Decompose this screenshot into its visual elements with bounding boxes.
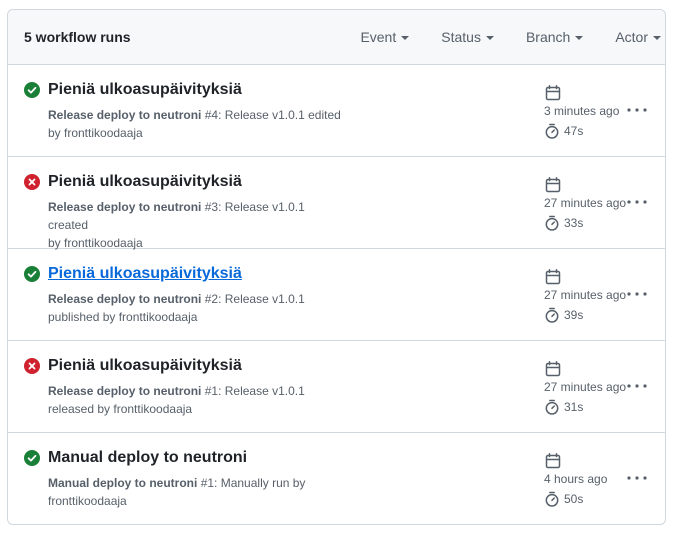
run-number: #4 xyxy=(204,108,219,122)
run-workflow-name: Release deploy to neutroni xyxy=(48,200,202,214)
run-meta: Release deploy to neutroni #3: Release v… xyxy=(48,198,348,252)
workflow-run-row: Manual deploy to neutroni Manual deploy … xyxy=(8,433,665,524)
run-duration-text: 33s xyxy=(564,216,584,230)
caret-down-icon xyxy=(485,35,494,40)
run-actor-text: fronttikoodaaja xyxy=(48,494,127,508)
status-filter-label: Status xyxy=(441,29,481,45)
kebab-horizontal-icon[interactable] xyxy=(625,102,649,118)
run-duration-text: 47s xyxy=(564,124,584,138)
run-actor-text: published by fronttikoodaaja xyxy=(48,310,198,324)
run-workflow-name: Release deploy to neutroni xyxy=(48,384,202,398)
workflow-runs-box: 5 workflow runs Event Status Branch Acto… xyxy=(7,9,666,525)
kebab-horizontal-icon[interactable] xyxy=(625,378,649,394)
run-duration-text: 39s xyxy=(564,308,584,322)
run-workflow-name: Release deploy to neutroni xyxy=(48,292,202,306)
caret-down-icon xyxy=(653,35,661,40)
run-number: #2 xyxy=(204,292,219,306)
workflow-run-row: Pieniä ulkoasupäivityksiä Release deploy… xyxy=(8,341,665,433)
run-number: #1 xyxy=(204,384,219,398)
calendar-icon xyxy=(545,361,561,377)
check-circle-fill-icon xyxy=(24,450,40,466)
run-duration: 39s xyxy=(544,307,626,323)
workflow-run-row: Pieniä ulkoasupäivityksiä Release deploy… xyxy=(8,157,665,252)
run-time-ago: 27 minutes ago xyxy=(544,288,627,302)
run-actor-text: by fronttikoodaaja xyxy=(48,126,143,140)
runs-header: 5 workflow runs Event Status Branch Acto… xyxy=(8,10,665,65)
run-timing: 27 minutes ago 39s xyxy=(544,269,626,323)
run-event-text: : Release v1.0.1 edited xyxy=(218,108,341,122)
run-timing: 27 minutes ago 33s xyxy=(544,177,626,231)
stopwatch-icon xyxy=(545,123,559,139)
run-duration: 50s xyxy=(544,491,607,507)
event-filter-label: Event xyxy=(360,29,397,45)
run-duration: 31s xyxy=(544,399,626,415)
workflow-run-row: Pieniä ulkoasupäivityksiä Release deploy… xyxy=(8,65,665,157)
calendar-icon xyxy=(545,453,561,469)
run-timing: 3 minutes ago 47s xyxy=(544,85,619,139)
run-duration-text: 31s xyxy=(564,400,584,414)
branch-filter-dropdown[interactable]: Branch xyxy=(525,29,584,45)
run-time-ago: 3 minutes ago xyxy=(544,104,620,118)
kebab-horizontal-icon[interactable] xyxy=(625,286,649,302)
run-meta: Release deploy to neutroni #2: Release v… xyxy=(48,290,348,326)
run-title-link[interactable]: Pieniä ulkoasupäivityksiä xyxy=(48,357,242,375)
run-duration: 47s xyxy=(544,123,619,139)
stopwatch-icon xyxy=(545,399,559,415)
status-filter-dropdown[interactable]: Status xyxy=(441,29,494,45)
calendar-icon xyxy=(545,177,561,193)
actor-filter-label: Actor xyxy=(615,29,648,45)
run-actor-text: released by fronttikoodaaja xyxy=(48,402,193,416)
run-timing: 4 hours ago 50s xyxy=(544,453,607,507)
run-duration: 33s xyxy=(544,215,626,231)
check-circle-fill-icon xyxy=(24,82,40,98)
run-title-link[interactable]: Pieniä ulkoasupäivityksiä xyxy=(48,173,242,191)
run-event-text: : Manually run by xyxy=(214,476,306,490)
run-timing: 27 minutes ago 31s xyxy=(544,361,626,415)
run-time-ago: 4 hours ago xyxy=(544,472,608,486)
x-circle-fill-icon xyxy=(24,174,40,190)
check-circle-fill-icon xyxy=(24,266,40,282)
run-meta: Manual deploy to neutroni #1: Manually r… xyxy=(48,474,348,510)
event-filter-dropdown[interactable]: Event xyxy=(360,29,410,45)
x-circle-fill-icon xyxy=(24,358,40,374)
run-meta: Release deploy to neutroni #1: Release v… xyxy=(48,382,348,418)
run-workflow-name: Manual deploy to neutroni xyxy=(48,476,198,490)
calendar-icon xyxy=(545,269,561,285)
run-duration-text: 50s xyxy=(564,492,584,506)
caret-down-icon xyxy=(575,35,584,40)
filter-bar: Event Status Branch Actor xyxy=(360,29,661,45)
run-actor-text: by fronttikoodaaja xyxy=(48,236,143,250)
stopwatch-icon xyxy=(545,307,559,323)
run-event-text: : Release v1.0.1 xyxy=(218,384,305,398)
run-workflow-name: Release deploy to neutroni xyxy=(48,108,202,122)
run-time-ago: 27 minutes ago xyxy=(544,380,627,394)
stopwatch-icon xyxy=(545,215,559,231)
branch-filter-label: Branch xyxy=(525,29,571,45)
run-meta: Release deploy to neutroni #4: Release v… xyxy=(48,106,348,142)
actor-filter-dropdown[interactable]: Actor xyxy=(615,29,661,45)
stopwatch-icon xyxy=(545,491,559,507)
run-title-link[interactable]: Pieniä ulkoasupäivityksiä xyxy=(48,81,242,99)
calendar-icon xyxy=(545,85,561,101)
kebab-horizontal-icon[interactable] xyxy=(625,470,649,486)
run-title-link[interactable]: Pieniä ulkoasupäivityksiä xyxy=(48,265,242,283)
workflow-run-row: Pieniä ulkoasupäivityksiä Release deploy… xyxy=(8,249,665,341)
run-time-ago: 27 minutes ago xyxy=(544,196,627,210)
runs-count-title: 5 workflow runs xyxy=(24,29,131,45)
run-title-link[interactable]: Manual deploy to neutroni xyxy=(48,449,247,467)
caret-down-icon xyxy=(401,35,410,40)
run-event-text: : Release v1.0.1 xyxy=(218,292,305,306)
kebab-horizontal-icon[interactable] xyxy=(625,194,649,210)
run-number: #3 xyxy=(204,200,219,214)
run-number: #1 xyxy=(200,476,215,490)
